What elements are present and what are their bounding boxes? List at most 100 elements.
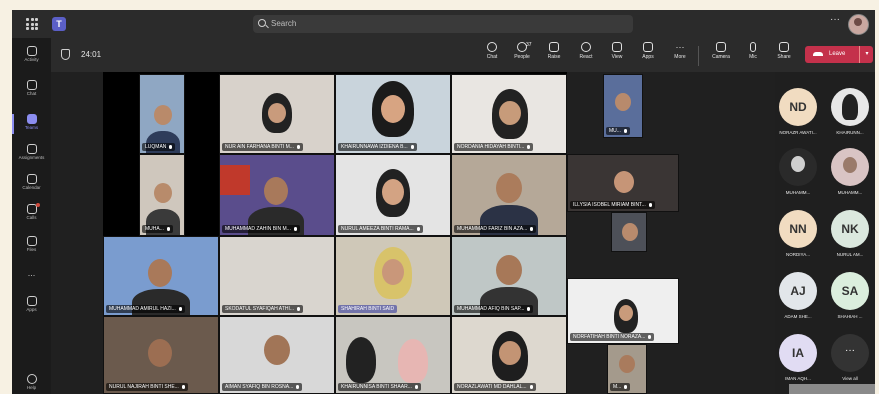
people-count: 37 (526, 42, 532, 48)
more-button[interactable]: ··· More (665, 42, 695, 60)
rail-help[interactable]: Help (12, 372, 51, 394)
video-tile[interactable]: KHAIRUNNISA BINTI SHAAR... (335, 316, 451, 394)
participant-face (268, 103, 286, 123)
people-button[interactable]: 37 People (507, 42, 537, 60)
participant-face (496, 255, 522, 285)
video-tile[interactable]: MUHAMMAD AFIQ BIN SAP... (451, 236, 567, 316)
phone-icon (26, 204, 37, 214)
video-tile[interactable]: SHAHIRAH BINTI SAID (335, 236, 451, 316)
user-avatar[interactable] (848, 14, 869, 35)
tile-name: KHAIRUNNISA BINTI SHAAR... (338, 383, 421, 391)
rail-calendar[interactable]: Calendar (12, 172, 51, 200)
video-tile[interactable]: MUHAMMAD FARIZ BIN AZA... (451, 154, 567, 236)
share-icon (779, 42, 789, 52)
tile-name: SKODATUL SYAFIQAH ATHI... (222, 305, 303, 313)
chevron-down-icon[interactable]: ▾ (859, 46, 874, 63)
participant-tile[interactable]: MUHAMM... (827, 148, 873, 195)
video-tile[interactable]: SKODATUL SYAFIQAH ATHI... (219, 236, 335, 316)
rail-calls[interactable]: Calls (12, 202, 51, 230)
participant-tile[interactable]: ND NORAZR AWATI... (775, 88, 821, 135)
apps-button[interactable]: Apps (633, 42, 663, 60)
video-tile[interactable]: AIMAN SYAFIQ BIN ROSNA... (219, 316, 335, 394)
video-tile[interactable]: NORDANIA HIDAYAH BINTI... (451, 74, 567, 154)
hang-up-icon (813, 52, 823, 56)
app-rail: Activity Chat Teams Assignments Calendar… (12, 38, 52, 394)
video-tile[interactable]: MUHAMMAD AMIRUL HAZI... (103, 236, 219, 316)
participant-tile[interactable]: NN NORDIYA... (775, 210, 821, 257)
assignments-icon (26, 144, 37, 154)
tile-name: NURUL AMEEZA BINTI RAMA... (338, 225, 423, 233)
video-tile[interactable] (611, 212, 647, 252)
view-all-button[interactable]: ··· View all (827, 334, 873, 381)
participant-tile[interactable]: IA IMAN AQH... (775, 334, 821, 381)
background-decor (220, 165, 250, 195)
toolbar-divider (698, 46, 699, 66)
participant-face (622, 223, 638, 241)
search-input[interactable]: Search (253, 15, 633, 33)
more-icon: ··· (675, 42, 685, 52)
participant-tile[interactable]: NK NURUL AM... (827, 210, 873, 257)
react-button[interactable]: React (571, 42, 601, 60)
tile-name: MU... (606, 127, 630, 135)
tile-name: AIMAN SYAFIQ BIN ROSNA... (222, 383, 303, 391)
participant-face (615, 93, 631, 111)
video-tile[interactable]: MUHAMMAD ZAHIN BIN M... (219, 154, 335, 236)
video-tile[interactable]: M... (607, 344, 647, 394)
participant-hijab (398, 339, 428, 383)
video-tile[interactable]: MU... (603, 74, 643, 138)
participant-face (154, 105, 172, 125)
video-tile[interactable]: NORAZLAWATI MD DAHLAL... (451, 316, 567, 394)
search-placeholder: Search (271, 19, 297, 28)
share-button[interactable]: Share (769, 42, 799, 60)
participant-face (148, 259, 172, 287)
video-tile[interactable]: KHAIRUNNAWA IZDIENA B... (335, 74, 451, 154)
rail-files[interactable]: Files (12, 234, 51, 262)
video-tile[interactable]: LUQMAN (139, 74, 185, 154)
video-tile[interactable]: NUR AIN FARHANA BINTI M... (219, 74, 335, 154)
teams-window: T Search ··· Activity Chat Teams Assignm… (12, 10, 875, 394)
rail-assignments[interactable]: Assignments (12, 142, 51, 170)
participant-face (619, 305, 633, 321)
video-tile[interactable]: NURUL NAJIRAH BINTI SHE... (103, 316, 219, 394)
participant-face (614, 171, 634, 193)
rail-activity[interactable]: Activity (12, 44, 51, 72)
tile-name: MUHAMMAD ZAHIN BIN M... (222, 225, 300, 233)
mic-button[interactable]: Mic (738, 42, 768, 60)
tile-name: M... (610, 383, 631, 391)
video-tile[interactable]: MUHA... (139, 154, 185, 236)
camera-button[interactable]: Camera (706, 42, 736, 60)
raise-hand-button[interactable]: Raise (539, 42, 569, 60)
help-icon (26, 374, 37, 384)
more-options-icon[interactable]: ··· (830, 14, 840, 25)
tile-name: NORDANIA HIDAYAH BINTI... (454, 143, 534, 151)
notification-dot (36, 203, 40, 207)
participant-tile[interactable]: AJ ADAM SHE... (775, 272, 821, 319)
rail-apps[interactable]: Apps (12, 294, 51, 322)
rail-chat[interactable]: Chat (12, 78, 51, 106)
participant-face (496, 173, 522, 203)
teams-logo-icon: T (52, 17, 66, 31)
rail-more[interactable]: ... (12, 268, 51, 296)
shield-icon (61, 49, 70, 60)
chat-button[interactable]: Chat (477, 42, 507, 60)
participant-face (382, 259, 404, 285)
avatar: NK (831, 210, 869, 248)
more-icon: ··· (831, 334, 869, 372)
leave-button[interactable]: Leave ▾ (805, 46, 873, 63)
participant-tile[interactable]: MUHAMM... (775, 148, 821, 195)
tile-name: LUQMAN (142, 143, 176, 151)
camera-icon (716, 42, 726, 52)
app-launcher-icon[interactable] (26, 18, 38, 30)
avatar: AJ (779, 272, 817, 310)
tile-name: MUHAMMAD AMIRUL HAZI... (106, 305, 185, 313)
participant-tile[interactable]: KHAIRUNN... (827, 88, 873, 135)
participant-hijab (346, 337, 376, 383)
participant-face (381, 95, 405, 123)
view-button[interactable]: View (602, 42, 632, 60)
participant-tile[interactable]: SA SHAHIAH ... (827, 272, 873, 319)
video-tile[interactable]: NURUL AMEEZA BINTI RAMA... (335, 154, 451, 236)
video-tile[interactable]: NORFATIHAH BINTI NORAZA... (567, 278, 679, 344)
participant-face (264, 335, 290, 365)
rail-teams[interactable]: Teams (12, 112, 51, 140)
video-tile[interactable]: ILLYSIA ISOBEL MIRIAM BINT... (567, 154, 679, 212)
